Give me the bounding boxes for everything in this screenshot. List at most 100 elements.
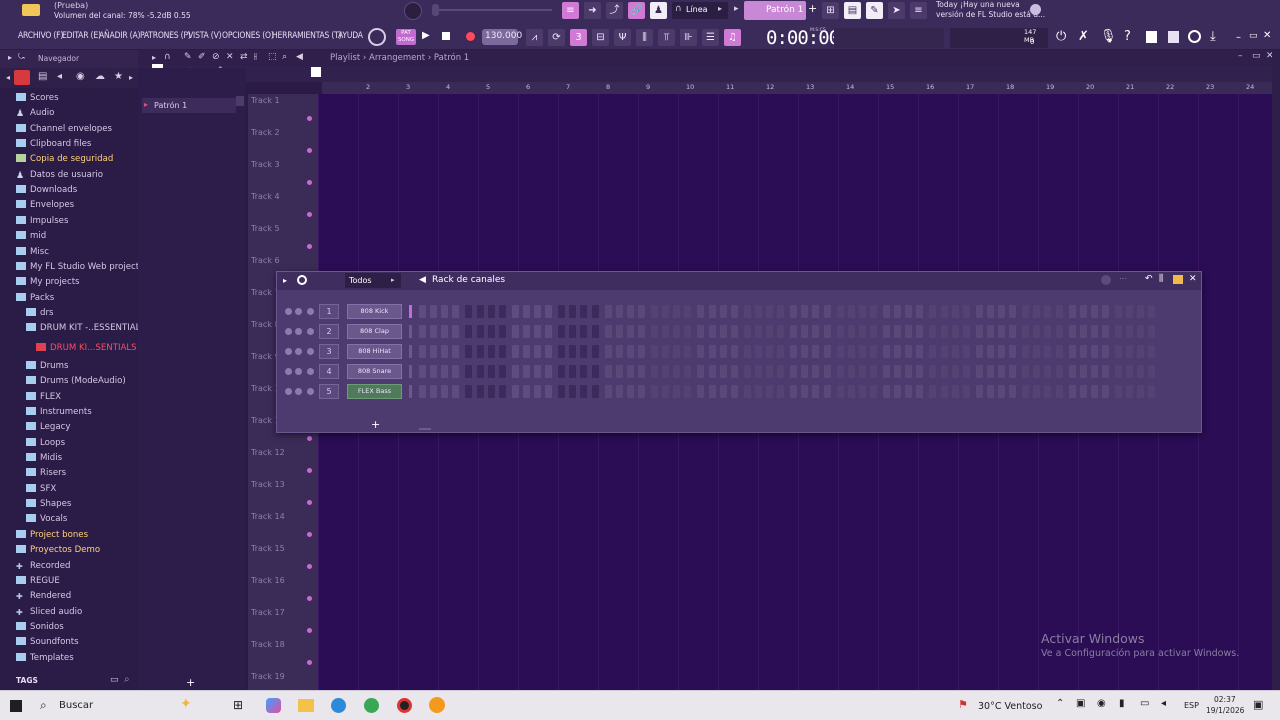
step-button[interactable] <box>673 365 681 378</box>
step-button[interactable] <box>719 385 727 398</box>
step-button[interactable] <box>1137 365 1145 378</box>
step-button[interactable] <box>823 305 831 318</box>
step-button[interactable] <box>1115 305 1122 318</box>
step-button[interactable] <box>1090 385 1098 398</box>
step-button[interactable] <box>962 345 970 358</box>
browser-item[interactable]: Misc <box>16 245 49 260</box>
playlist-vertical-scrollbar[interactable] <box>1272 50 1280 690</box>
browser-item[interactable]: SFX <box>26 482 56 497</box>
step-button[interactable] <box>836 325 844 338</box>
step-button[interactable] <box>534 365 541 378</box>
menu-anadir[interactable]: AÑADIR (A) <box>99 31 140 41</box>
step-button[interactable] <box>465 365 473 378</box>
rack-dots-icon[interactable]: ⋯ <box>1119 274 1127 283</box>
browser-next-arrow[interactable]: ▸ <box>129 73 133 82</box>
step-button[interactable] <box>812 305 820 318</box>
step-button[interactable] <box>591 325 599 338</box>
step-button[interactable] <box>894 365 902 378</box>
step-button[interactable] <box>1101 385 1109 398</box>
cross-icon[interactable]: ✗ <box>1078 29 1089 44</box>
channel-mixer-track[interactable]: 2 <box>319 324 339 339</box>
arrow-tool-icon[interactable]: ➜ <box>584 2 601 19</box>
channel-select-indicator[interactable] <box>409 325 412 338</box>
track-label[interactable]: Track 13 <box>251 480 285 489</box>
wait-icon[interactable]: ⟳ <box>548 29 565 46</box>
step-button[interactable] <box>790 385 798 398</box>
step-button[interactable] <box>662 305 670 318</box>
curve-icon[interactable]: ⤴ <box>606 2 623 19</box>
step-button[interactable] <box>651 325 658 338</box>
browser-item[interactable]: ✚ Rendered <box>16 589 71 604</box>
step-button[interactable] <box>986 385 994 398</box>
step-button[interactable] <box>1055 345 1063 358</box>
track-mute-dot[interactable] <box>307 660 312 665</box>
step-button[interactable] <box>465 305 473 318</box>
step-button[interactable] <box>1115 325 1122 338</box>
step-button[interactable] <box>1044 305 1052 318</box>
add-channel-icon[interactable]: + <box>371 418 380 431</box>
step-button[interactable] <box>580 305 588 318</box>
timeline-ruler[interactable]: 2 3 4 5 6 7 8 9 10 11 12 13 14 15 16 17 18 19 20 21 22 23 24 <box>322 82 1272 94</box>
step-button[interactable] <box>847 385 855 398</box>
step-button[interactable] <box>743 385 751 398</box>
channel-mixer-track[interactable]: 1 <box>319 304 339 319</box>
step-button[interactable] <box>487 365 495 378</box>
step-button[interactable] <box>1090 305 1098 318</box>
channel-mute-led[interactable] <box>285 368 292 375</box>
step-button[interactable] <box>615 345 623 358</box>
step-button[interactable] <box>883 345 890 358</box>
step-button[interactable] <box>545 385 553 398</box>
step-button[interactable] <box>975 385 983 398</box>
step-button[interactable] <box>823 345 831 358</box>
step-button[interactable] <box>511 385 519 398</box>
step-button[interactable] <box>812 325 820 338</box>
browser-item[interactable]: Clipboard files <box>16 137 91 152</box>
brush-icon[interactable]: ✎ <box>866 2 883 19</box>
notifications-icon[interactable]: ▣ <box>1253 698 1263 711</box>
step-button[interactable] <box>1033 325 1041 338</box>
step-button[interactable] <box>452 305 460 318</box>
pattern-prev-arrow[interactable]: ▸ <box>734 4 739 14</box>
step-button[interactable] <box>580 325 588 338</box>
rack-graph-icon[interactable]: ⫼ <box>1159 274 1163 284</box>
step-button[interactable] <box>1126 345 1134 358</box>
step-button[interactable] <box>569 345 577 358</box>
step-button[interactable] <box>940 345 948 358</box>
step-button[interactable] <box>869 385 877 398</box>
step-button[interactable] <box>476 345 484 358</box>
browser-item[interactable]: Vocals <box>26 512 67 527</box>
browser-item[interactable]: Envelopes <box>16 198 74 213</box>
track-label[interactable]: Track 6 <box>251 256 280 265</box>
channel-pan-knob[interactable] <box>295 368 302 375</box>
step-button[interactable] <box>858 345 866 358</box>
channel-volume-knob[interactable] <box>307 348 314 355</box>
step-button[interactable] <box>580 385 588 398</box>
step-button[interactable] <box>626 345 634 358</box>
step-button[interactable] <box>869 305 877 318</box>
record-button[interactable] <box>466 32 475 41</box>
track-mute-dot[interactable] <box>307 532 312 537</box>
browser-item[interactable]: Midis <box>26 451 62 466</box>
step-button[interactable] <box>894 305 902 318</box>
track-label[interactable]: Track 15 <box>251 544 285 553</box>
step-button[interactable] <box>962 385 970 398</box>
browser-file-icon[interactable]: ▤ <box>38 71 47 82</box>
step-button[interactable] <box>929 385 937 398</box>
step-button[interactable] <box>662 385 670 398</box>
step-button[interactable] <box>441 365 449 378</box>
step-button[interactable] <box>673 385 681 398</box>
step-button[interactable] <box>1137 325 1145 338</box>
step-button[interactable] <box>986 365 994 378</box>
step-button[interactable] <box>754 305 762 318</box>
step-button[interactable] <box>591 365 599 378</box>
step-button[interactable] <box>522 365 530 378</box>
step-button[interactable] <box>1148 305 1156 318</box>
line-mode-selector[interactable]: ∩ Línea ▸ <box>672 2 728 19</box>
browser-item[interactable]: Soundfonts <box>16 635 79 650</box>
step-button[interactable] <box>754 365 762 378</box>
step-button[interactable] <box>743 305 751 318</box>
maximize-icon[interactable]: ▭ <box>1249 31 1258 41</box>
track-mute-dot[interactable] <box>307 436 312 441</box>
step-button[interactable] <box>708 385 716 398</box>
tray-network-icon[interactable]: ▭ <box>1140 698 1149 709</box>
